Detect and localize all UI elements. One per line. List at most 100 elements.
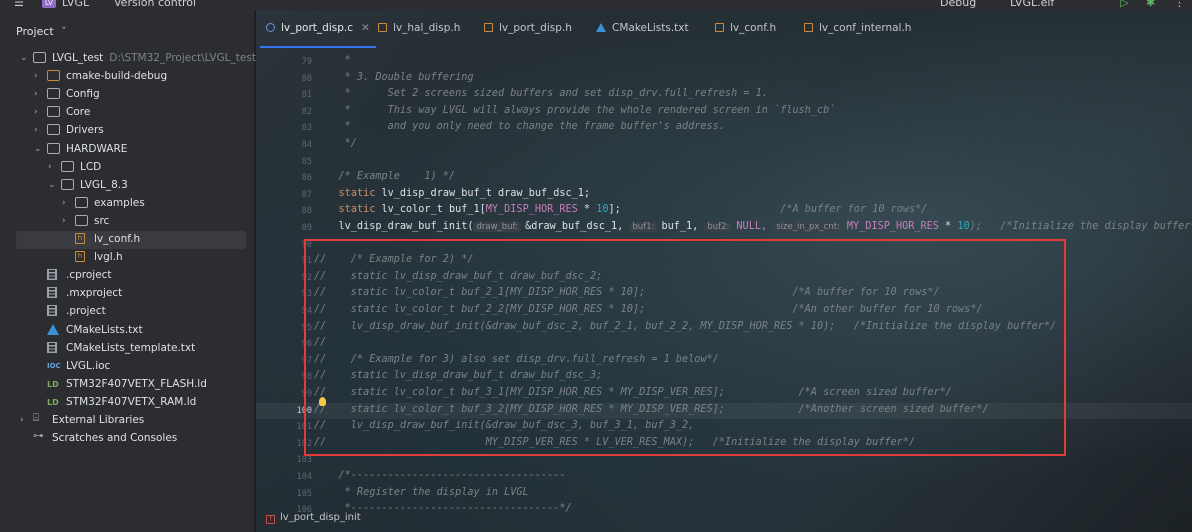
project-switcher[interactable]: LVGL ˅ (62, 0, 98, 9)
ioc-file-icon: IOC (47, 361, 61, 370)
line-number: 81 (301, 90, 312, 101)
code-line[interactable]: 79 * (256, 54, 1192, 71)
tab-lv-conf-internal-h[interactable]: lv_conf_internal.h (804, 22, 911, 44)
tree-item-text: lv_conf.h (94, 233, 141, 245)
run-config-dropdown[interactable]: Debug ˅ (940, 0, 985, 9)
tree-item[interactable]: LD STM32F407VETX_RAM.ld (0, 394, 254, 412)
folder-icon (47, 106, 60, 118)
tree-item[interactable]: ⌄ HARDWARE (0, 141, 254, 159)
tree-item-text: HARDWARE (66, 142, 128, 155)
c-file-icon (266, 23, 275, 32)
code-line[interactable]: 106 *----------------------------------*… (256, 502, 1192, 519)
chevron-right-icon[interactable]: › (48, 162, 52, 172)
code-line[interactable]: 89 lv_disp_draw_buf_init(draw_buf: &draw_… (256, 220, 1192, 237)
scratch-icon: ⊶ (33, 430, 44, 443)
tree-item[interactable]: › LCD (0, 159, 254, 177)
lightbulb-icon[interactable] (319, 397, 326, 406)
code-line[interactable]: 82 * This way LVGL will always provide t… (256, 104, 1192, 121)
code-line[interactable]: 105 * Register the display in LVGL (256, 486, 1192, 503)
tree-item[interactable]: › cmake-build-debug (0, 68, 254, 86)
tree-item[interactable]: › Drivers (0, 122, 254, 140)
close-icon[interactable]: ✕ (361, 22, 370, 34)
project-view-selector[interactable]: Project ˅ (16, 25, 67, 38)
tab-cmakelists[interactable]: CMakeLists.txt (596, 22, 689, 44)
tab-lv-hal-disp-h[interactable]: lv_hal_disp.h (378, 22, 460, 44)
chevron-right-icon[interactable]: › (34, 71, 38, 81)
tree-item-label: .mxproject (66, 287, 122, 299)
code-line[interactable]: 85 (256, 154, 1192, 171)
tree-item[interactable]: CMakeLists_template.txt (0, 340, 254, 358)
chevron-right-icon[interactable]: › (34, 107, 38, 117)
text-file-icon (47, 287, 57, 299)
chevron-right-icon[interactable]: › (62, 198, 66, 208)
code-text: /* Example 1) */ (314, 171, 456, 183)
code-text: /*----------------------------------- (314, 470, 566, 481)
chevron-down-icon[interactable]: ⌄ (34, 144, 42, 154)
tree-item[interactable]: h lv_conf.h (0, 231, 254, 249)
tree-item[interactable]: LD STM32F407VETX_FLASH.ld (0, 376, 254, 394)
chevron-right-icon[interactable]: › (34, 89, 38, 99)
tree-item-text: examples (94, 196, 145, 209)
tree-item[interactable]: .mxproject (0, 285, 254, 303)
vcs-menu[interactable]: Version control ˅ (114, 0, 205, 9)
chevron-down-icon[interactable]: ⌄ (48, 180, 56, 190)
code-line[interactable]: 104 /*----------------------------------… (256, 469, 1192, 486)
tab-lv-port-disp-h[interactable]: lv_port_disp.h (484, 22, 572, 44)
header-file-icon: h (75, 233, 85, 244)
editor-tabs: lv_port_disp.c ✕ lv_hal_disp.h lv_port_di… (256, 22, 1192, 48)
tree-item[interactable]: .cproject (0, 267, 254, 285)
tree-item[interactable]: › examples (0, 195, 254, 213)
chevron-right-icon[interactable]: › (62, 216, 66, 226)
tree-item[interactable]: › ⌸ External Libraries (0, 412, 254, 430)
line-number: 85 (301, 156, 312, 167)
tree-item[interactable]: .project (0, 303, 254, 321)
text-file-icon (47, 341, 57, 353)
code-line[interactable]: 83 * and you only need to change the fra… (256, 120, 1192, 137)
line-number: 87 (301, 189, 312, 200)
run-icon[interactable]: ▷ (1120, 0, 1128, 9)
tree-item-label: CMakeLists.txt (66, 324, 143, 336)
tab-label: lv_port_disp.h (499, 22, 572, 34)
tree-item-label: LVGL_test D:\STM32_Project\LVGL_test (52, 52, 256, 64)
code-line[interactable]: 86 /* Example 1) */ (256, 170, 1192, 187)
code-line[interactable]: 84 */ (256, 137, 1192, 154)
code-text: lv_disp_draw_buf_init(draw_buf: &draw_buf… (314, 221, 1192, 232)
more-icon[interactable]: ⋮ (1174, 0, 1185, 9)
tree-item[interactable]: › Config (0, 86, 254, 104)
tree-item-text: Drivers (66, 124, 104, 137)
breadcrumb-function: lv_port_disp_init (280, 512, 361, 523)
tree-item-label: cmake-build-debug (66, 70, 167, 82)
tree-item[interactable]: ⌄ LVGL_test D:\STM32_Project\LVGL_test (0, 50, 256, 68)
chevron-right-icon[interactable]: › (34, 125, 38, 135)
folder-icon (75, 196, 88, 208)
tree-item[interactable]: h lvgl.h (0, 249, 254, 267)
tree-item-label: CMakeLists_template.txt (66, 342, 195, 354)
header-file-icon: h (75, 251, 85, 263)
tab-lv-port-disp-c[interactable]: lv_port_disp.c ✕ (260, 22, 376, 48)
tree-item-label: examples (94, 197, 145, 209)
tree-item[interactable]: CMakeLists.txt (0, 322, 254, 340)
tree-item[interactable]: › Core (0, 104, 254, 122)
folder-icon (61, 178, 74, 190)
code-line[interactable]: 80 * 3. Double buffering (256, 71, 1192, 88)
folder-icon (47, 142, 60, 154)
main-menu-icon[interactable]: ☰ (14, 0, 24, 9)
tree-item[interactable]: ⊶ Scratches and Consoles (0, 430, 254, 448)
code-text: static lv_color_t buf_1[MY_DISP_HOR_RES … (338, 204, 928, 216)
tree-item[interactable]: ⌄ LVGL_8.3 (0, 177, 254, 195)
debug-icon[interactable]: ✱ (1146, 0, 1155, 9)
code-line[interactable]: 81 * Set 2 screens sized buffers and set… (256, 87, 1192, 104)
tree-item[interactable]: IOC LVGL.ioc (0, 358, 254, 376)
chevron-down-icon[interactable]: ⌄ (20, 53, 28, 63)
tab-label: lv_conf_internal.h (819, 22, 912, 34)
tree-item-label: Config (66, 88, 100, 100)
target-dropdown[interactable]: LVGL.elf ˅ (1010, 0, 1063, 9)
tab-lv-conf-h[interactable]: lv_conf.h (715, 22, 776, 44)
breadcrumb[interactable]: f lv_port_disp_init (266, 512, 361, 524)
code-line[interactable]: 87 static lv_disp_draw_buf_t draw_buf_ds… (256, 187, 1192, 204)
chevron-right-icon[interactable]: › (20, 415, 24, 425)
folder-icon (47, 70, 60, 82)
line-number: 86 (301, 173, 312, 184)
code-line[interactable]: 88 static lv_color_t buf_1[MY_DISP_HOR_R… (256, 203, 1192, 220)
tree-item[interactable]: › src (0, 213, 254, 231)
